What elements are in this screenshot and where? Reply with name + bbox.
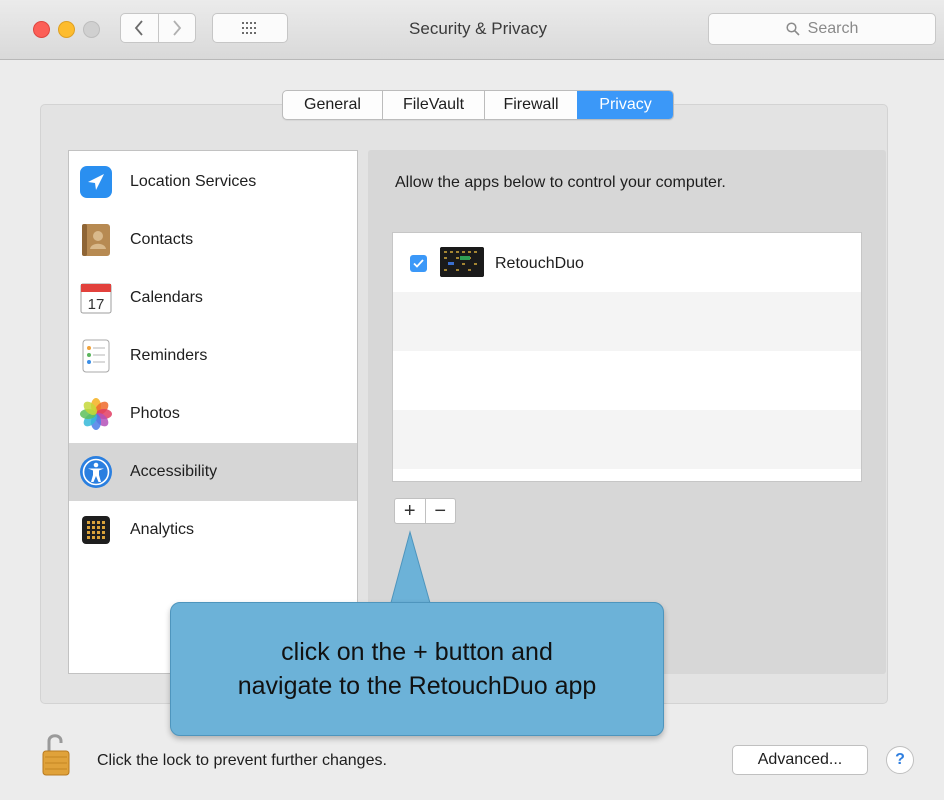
privacy-category-list: Location Services Contacts 17 Calendars (68, 150, 358, 674)
forward-button[interactable] (157, 14, 196, 42)
search-field[interactable]: Search (708, 13, 936, 45)
help-button[interactable]: ? (886, 746, 914, 774)
window-title: Security & Privacy (409, 19, 547, 38)
sidebar-item-label: Location Services (130, 173, 257, 190)
unlocked-padlock-icon[interactable] (40, 731, 78, 777)
sidebar-item-label: Reminders (130, 347, 208, 364)
retouchduo-app-icon (440, 247, 484, 277)
search-placeholder: Search (807, 20, 859, 37)
empty-list-row (393, 410, 861, 469)
empty-list-row (393, 292, 861, 351)
sidebar-item-label: Accessibility (130, 463, 218, 480)
empty-list-row (393, 351, 861, 410)
app-enabled-checkbox[interactable] (410, 255, 427, 272)
lock-status-text: Click the lock to prevent further change… (97, 752, 387, 769)
add-app-button[interactable]: + (395, 499, 425, 523)
sidebar-item-label: Photos (130, 405, 180, 422)
instruction-callout: click on the + button and navigate to th… (170, 602, 664, 736)
sidebar-item-reminders[interactable]: Reminders (69, 327, 357, 385)
sidebar-item-label: Contacts (130, 231, 194, 248)
sidebar-item-accessibility[interactable]: Accessibility (69, 443, 357, 501)
tab-bar: General FileVault Firewall Privacy (282, 90, 674, 120)
permission-description: Allow the apps below to control your com… (395, 174, 726, 191)
reminders-list-icon (82, 339, 110, 373)
back-button[interactable] (121, 14, 158, 42)
sidebar-item-calendars[interactable]: 17 Calendars (69, 269, 357, 327)
close-window-button[interactable] (33, 21, 50, 38)
remove-app-button[interactable]: − (424, 499, 456, 523)
sidebar-item-photos[interactable]: Photos (69, 385, 357, 443)
search-icon (786, 22, 800, 36)
photos-flower-icon (80, 398, 112, 430)
sidebar-item-contacts[interactable]: Contacts (69, 211, 357, 269)
checkmark-icon (413, 259, 424, 268)
tab-general[interactable]: General (283, 91, 382, 119)
location-arrow-icon (80, 166, 112, 198)
list-item[interactable]: RetouchDuo (393, 233, 861, 292)
sidebar-item-analytics[interactable]: Analytics (69, 501, 357, 559)
chevron-left-icon (135, 20, 143, 36)
chevron-right-icon (173, 20, 181, 36)
allowed-apps-list: RetouchDuo (392, 232, 862, 482)
contacts-book-icon (82, 224, 110, 256)
minimize-window-button[interactable] (58, 21, 75, 38)
callout-pointer (388, 530, 433, 610)
app-name: RetouchDuo (495, 255, 584, 272)
show-all-button[interactable] (212, 13, 288, 43)
add-remove-buttons: + − (394, 498, 456, 524)
preferences-window: Security & Privacy Search General FileVa… (0, 0, 944, 800)
sidebar-item-label: Analytics (130, 521, 195, 538)
grid-dots-icon (242, 22, 256, 34)
analytics-grid-icon (82, 516, 110, 544)
advanced-button[interactable]: Advanced... (732, 745, 868, 775)
back-forward-buttons (120, 13, 196, 43)
sidebar-item-label: Calendars (130, 289, 203, 306)
callout-text-line-2: navigate to the RetouchDuo app (237, 672, 597, 700)
accessibility-icon (80, 456, 112, 488)
zoom-window-button[interactable] (83, 21, 100, 38)
svg-text:17: 17 (88, 296, 105, 313)
title-bar: Security & Privacy Search (0, 0, 944, 60)
tab-filevault[interactable]: FileVault (382, 91, 484, 119)
sidebar-item-location-services[interactable]: Location Services (69, 153, 357, 211)
calendar-icon: 17 (80, 283, 112, 314)
callout-text-line-1: click on the + button and (281, 638, 553, 666)
tab-firewall[interactable]: Firewall (484, 91, 577, 119)
tab-privacy[interactable]: Privacy (577, 91, 673, 119)
